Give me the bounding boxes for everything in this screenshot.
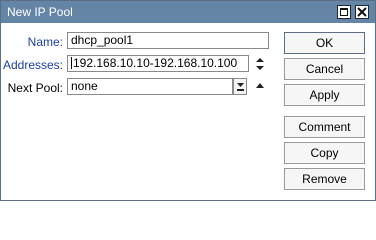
close-icon	[357, 7, 367, 17]
cancel-button[interactable]: Cancel	[284, 58, 365, 80]
add-remove-address-spinner-icon[interactable]	[254, 56, 266, 72]
name-input[interactable]: dhcp_pool1	[67, 32, 269, 49]
remove-button[interactable]: Remove	[284, 168, 365, 190]
copy-button[interactable]: Copy	[284, 142, 365, 164]
comment-button[interactable]: Comment	[284, 116, 365, 138]
addresses-value: 192.168.10.10-192.168.10.100	[73, 56, 238, 70]
chevron-down-icon	[237, 83, 244, 91]
title-bar[interactable]: New IP Pool	[1, 1, 375, 23]
name-label: Name:	[27, 35, 63, 49]
addresses-input[interactable]: 192.168.10.10-192.168.10.100	[67, 55, 249, 72]
next-pool-label: Next Pool:	[7, 81, 63, 95]
triangle-up-icon[interactable]	[254, 81, 266, 89]
next-pool-dropdown-button[interactable]	[233, 78, 247, 95]
maximize-button[interactable]	[337, 5, 351, 19]
close-button[interactable]	[355, 5, 369, 19]
addresses-label: Addresses:	[2, 58, 63, 72]
maximize-icon	[340, 8, 348, 16]
text-cursor	[71, 57, 72, 69]
new-ip-pool-window: New IP Pool Name: dhcp_pool1 Addresses: …	[0, 0, 376, 201]
next-pool-select[interactable]: none	[67, 78, 233, 95]
ok-button[interactable]: OK	[284, 32, 365, 54]
window-title: New IP Pool	[7, 5, 73, 19]
apply-button[interactable]: Apply	[284, 84, 365, 106]
